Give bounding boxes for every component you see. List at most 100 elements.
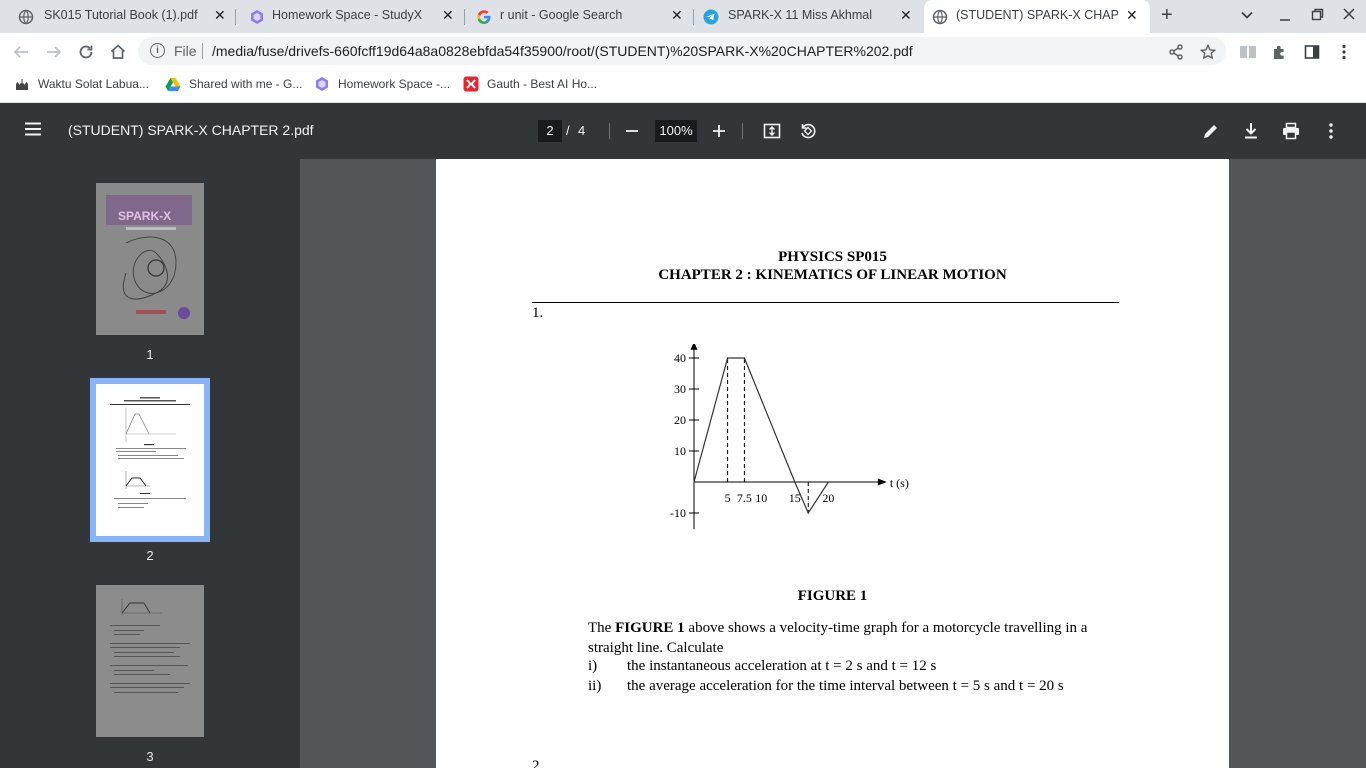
- toolbar-divider: [742, 123, 743, 139]
- share-icon[interactable]: [1166, 42, 1186, 62]
- y-tick-label: 10: [674, 444, 686, 458]
- tab-strip: SK015 Tutorial Book (1).pdf ✕ Homework S…: [0, 0, 1366, 33]
- tab-separator: [235, 9, 236, 25]
- back-arrow-icon[interactable]: [11, 42, 31, 62]
- forward-arrow-icon[interactable]: [44, 42, 64, 62]
- y-tick-label: 30: [674, 382, 686, 396]
- para-figure-ref: FIGURE 1: [615, 620, 685, 636]
- figure-caption: FIGURE 1: [436, 588, 1229, 605]
- bookmark-label: Gauth - Best AI Ho...: [487, 77, 598, 91]
- browser-menu-icon[interactable]: [1334, 42, 1354, 62]
- bookmark-waktu-solat[interactable]: Waktu Solat Labua...: [14, 76, 149, 92]
- reload-icon[interactable]: [76, 42, 96, 62]
- thumbnail-page-2[interactable]: [96, 384, 204, 536]
- bookmark-label: Waktu Solat Labua...: [38, 77, 149, 91]
- question-number: 1.: [532, 305, 544, 321]
- thumbnail-number: 2: [146, 548, 154, 563]
- bookmark-homework-space[interactable]: Homework Space -...: [314, 76, 450, 92]
- thumbnail-sidebar: SPARK-X 1 2 3: [0, 159, 300, 768]
- tab-separator: [693, 9, 694, 25]
- x-axis-arrow: [877, 478, 887, 486]
- tab-search-chevron-icon[interactable]: [1240, 8, 1254, 25]
- pdf-title: (STUDENT) SPARK-X CHAPTER 2.pdf: [68, 122, 314, 138]
- next-question-number: 2.: [532, 758, 544, 768]
- pdf-page-2: PHYSICS SP015 CHAPTER 2 : KINEMATICS OF …: [436, 159, 1229, 768]
- thumbnail-page-1[interactable]: SPARK-X: [96, 183, 204, 335]
- studyx-icon: [249, 9, 265, 25]
- close-window-icon[interactable]: [1343, 8, 1355, 23]
- item-text-ii: the average acceleration for the time in…: [627, 678, 1064, 694]
- print-icon[interactable]: [1282, 122, 1300, 145]
- x-tick-label: 5: [725, 491, 731, 505]
- tab-spark-x-active[interactable]: (STUDENT) SPARK-X CHAPTE ✕: [924, 0, 1150, 33]
- bookmark-shared-with-me[interactable]: Shared with me - G...: [165, 76, 302, 92]
- pdf-more-options-icon[interactable]: [1329, 123, 1333, 144]
- x-axis-label: t (s): [890, 476, 909, 490]
- url-text[interactable]: /media/fuse/drivefs-660fcff19d64a8a0828e…: [212, 43, 913, 59]
- site-info-icon[interactable]: i: [150, 43, 165, 58]
- y-tick-label: -10: [670, 506, 686, 520]
- address-bar[interactable]: i File /media/fuse/drivefs-660fcff19d64a…: [138, 37, 1226, 65]
- globe-icon: [18, 9, 34, 25]
- velocity-point: [743, 357, 745, 359]
- header-line-2: CHAPTER 2 : KINEMATICS OF LINEAR MOTION: [658, 267, 1007, 283]
- tab-separator: [464, 9, 465, 25]
- close-icon[interactable]: ✕: [671, 7, 683, 24]
- rotate-icon[interactable]: [799, 122, 817, 145]
- globe-icon: [932, 9, 948, 25]
- total-pages: 4: [578, 123, 586, 138]
- x-tick-label: 7.5: [737, 491, 752, 505]
- tab-title: SPARK-X 11 Miss Akhmal: [728, 8, 873, 22]
- tab-title: r unit - Google Search: [500, 8, 623, 22]
- zoom-out-icon[interactable]: [625, 124, 639, 143]
- x-tick-label: 20: [822, 491, 834, 505]
- side-panel-icon[interactable]: [1302, 42, 1322, 62]
- tab-telegram[interactable]: SPARK-X 11 Miss Akhmal ✕: [695, 0, 923, 33]
- y-tick-label: 20: [674, 413, 686, 427]
- question-paragraph: The FIGURE 1 above shows a velocity-time…: [588, 618, 1133, 658]
- fit-to-page-icon[interactable]: [763, 122, 781, 145]
- close-icon[interactable]: ✕: [214, 7, 226, 24]
- bookmark-star-icon[interactable]: [1198, 42, 1218, 62]
- close-icon[interactable]: ✕: [900, 7, 912, 24]
- figure-caption-text: FIGURE 1: [797, 588, 868, 604]
- home-icon[interactable]: [108, 42, 128, 62]
- google-drive-icon: [165, 76, 181, 92]
- header-rule: [532, 302, 1119, 303]
- zoom-input[interactable]: 100%: [655, 120, 697, 142]
- tab-studyx[interactable]: Homework Space - StudyX ✕: [237, 0, 465, 33]
- header-line-1: PHYSICS SP015: [778, 249, 887, 265]
- y-axis-arrow: [690, 344, 698, 350]
- bookmark-label: Shared with me - G...: [189, 77, 303, 91]
- tab-title: SK015 Tutorial Book (1).pdf: [44, 8, 198, 22]
- restore-icon[interactable]: [1311, 8, 1324, 24]
- download-icon[interactable]: [1243, 122, 1259, 145]
- bookmark-gauth[interactable]: Gauth - Best AI Ho...: [463, 76, 597, 92]
- tab-title: (STUDENT) SPARK-X CHAPTE: [956, 8, 1118, 22]
- annotate-pencil-icon[interactable]: [1202, 122, 1220, 145]
- close-icon[interactable]: ✕: [1126, 7, 1138, 24]
- zoom-in-icon[interactable]: [712, 124, 726, 143]
- x-tick-label: 15: [789, 491, 801, 505]
- extensions-puzzle-icon[interactable]: [1270, 42, 1290, 62]
- cover-title: SPARK-X: [118, 209, 171, 223]
- pdf-menu-icon[interactable]: [24, 122, 42, 141]
- reading-list-icon[interactable]: [1238, 42, 1258, 62]
- new-tab-button[interactable]: +: [1161, 4, 1173, 27]
- thumbnail-page-3[interactable]: [96, 585, 204, 737]
- pdf-toolbar: (STUDENT) SPARK-X CHAPTER 2.pdf 2 / 4 10…: [0, 103, 1366, 159]
- velocity-point: [807, 512, 809, 514]
- velocity-time-graph: 40302010-1057.5101520v (ms-1)t (s): [670, 344, 909, 530]
- thumbnail-number: 1: [146, 347, 154, 362]
- close-icon[interactable]: ✕: [442, 7, 454, 24]
- tab-title: Homework Space - StudyX: [272, 8, 423, 22]
- para-pre: The: [588, 620, 616, 636]
- velocity-point: [693, 481, 695, 483]
- minimize-icon[interactable]: [1279, 8, 1291, 25]
- tab-sk015[interactable]: SK015 Tutorial Book (1).pdf ✕: [0, 0, 236, 33]
- pdf-viewport[interactable]: PHYSICS SP015 CHAPTER 2 : KINEMATICS OF …: [300, 159, 1366, 768]
- page-number-input[interactable]: 2: [538, 120, 562, 142]
- mosque-icon: [14, 76, 30, 92]
- tab-google-search[interactable]: r unit - Google Search ✕: [466, 0, 694, 33]
- scheme-label: File: [174, 43, 197, 59]
